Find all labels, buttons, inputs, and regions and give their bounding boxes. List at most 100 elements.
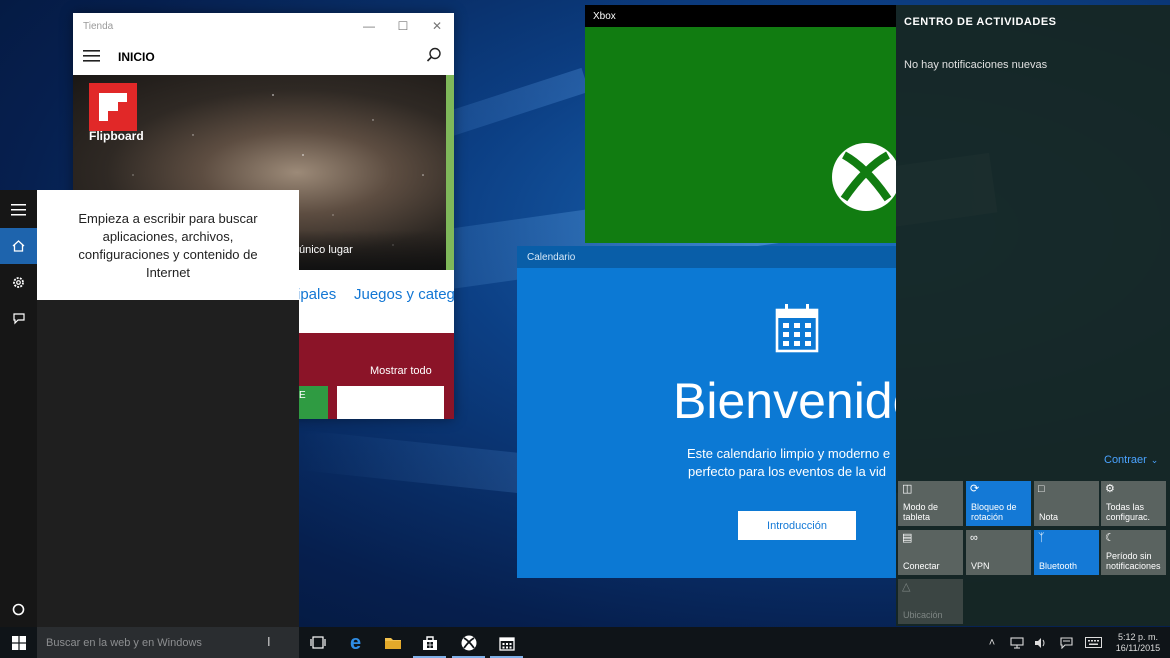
- hero-app-name: Flipboard: [89, 129, 144, 143]
- xbox-logo-icon: [832, 143, 896, 211]
- taskbar-file-explorer[interactable]: [374, 627, 411, 658]
- search-button[interactable]: [426, 47, 442, 63]
- clock-time: 5:12 p. m.: [1117, 631, 1159, 642]
- folder-icon: [384, 637, 401, 649]
- quick-action-quiet-hours[interactable]: ☾ Período sin notificaciones: [1101, 530, 1166, 575]
- xbox-window[interactable]: Xbox: [585, 5, 896, 243]
- calendar-small-icon: [498, 636, 515, 651]
- gear-icon: ⚙: [1105, 483, 1115, 495]
- minimize-button[interactable]: —: [352, 13, 386, 39]
- hamburger-icon: [11, 204, 26, 216]
- xbox-icon: [461, 635, 476, 650]
- search-icon: [426, 47, 441, 62]
- taskbar-search-box[interactable]: Buscar en la web y en Windows I: [37, 627, 299, 658]
- volume-icon: [1035, 637, 1045, 648]
- keyboard-button[interactable]: [1081, 627, 1105, 658]
- flipboard-icon: [99, 93, 127, 121]
- clock-date: 16/11/2015: [1115, 642, 1161, 653]
- collapse-button[interactable]: Contraer ⌄: [1104, 454, 1158, 466]
- tablet-mode-icon: ◫: [902, 483, 913, 495]
- network-icon: [1010, 636, 1024, 649]
- start-rail: [0, 190, 37, 627]
- taskbar: Buscar en la web y en Windows I e ˄ 5:12…: [0, 627, 1170, 658]
- clock[interactable]: 5:12 p. m. 16/11/2015: [1108, 627, 1168, 658]
- featured-tile-white[interactable]: [337, 386, 444, 419]
- bluetooth-icon: ᛉ: [1038, 532, 1045, 544]
- chevron-up-icon: ˄: [988, 636, 996, 649]
- quick-action-connect[interactable]: ▤ Conectar: [898, 530, 963, 575]
- get-started-label: Introducción: [767, 519, 827, 532]
- flipboard-logo: [89, 83, 137, 131]
- home-icon: [12, 240, 25, 252]
- chevron-down-icon: ⌄: [1150, 454, 1159, 465]
- action-center-button[interactable]: [1055, 627, 1077, 658]
- store-heading: INICIO: [118, 50, 155, 64]
- hero-caption: único lugar: [299, 244, 353, 256]
- home-button[interactable]: [0, 228, 37, 264]
- show-hidden-icons-button[interactable]: ˄: [982, 627, 1002, 658]
- taskbar-search-placeholder: Buscar en la web y en Windows: [46, 636, 202, 649]
- volume-button[interactable]: [1030, 627, 1052, 658]
- taskbar-edge[interactable]: e: [337, 627, 374, 658]
- network-button[interactable]: [1006, 627, 1028, 658]
- xbox-titlebar[interactable]: Xbox: [585, 5, 896, 27]
- hero-next-peek: [446, 75, 454, 270]
- quick-action-location[interactable]: △ Ubicación: [898, 579, 963, 624]
- cortana-button[interactable]: [0, 591, 37, 627]
- quick-action-note[interactable]: □ Nota: [1034, 481, 1099, 526]
- edge-icon: e: [349, 631, 362, 654]
- notification-icon: [1059, 636, 1073, 649]
- calendar-description-line1: Este calendario limpio y moderno e: [687, 446, 891, 461]
- show-all-link[interactable]: Mostrar todo: [370, 365, 432, 377]
- get-started-button[interactable]: Introducción: [738, 511, 856, 540]
- start-menu-button[interactable]: [0, 192, 37, 228]
- tab-principales[interactable]: ipales: [297, 286, 336, 303]
- quick-action-tablet-mode[interactable]: ◫ Modo de tableta: [898, 481, 963, 526]
- collapse-label: Contraer: [1104, 454, 1147, 466]
- vpn-icon: ∞: [970, 532, 978, 544]
- store-title: Tienda: [83, 20, 114, 32]
- cortana-icon: [12, 603, 25, 615]
- xbox-title: Xbox: [593, 10, 616, 22]
- quick-action-rotation-lock[interactable]: ⟳ Bloqueo de rotación: [966, 481, 1031, 526]
- maximize-button[interactable]: ☐: [386, 13, 420, 39]
- window-controls: — ☐ ✕: [352, 13, 454, 39]
- settings-button[interactable]: [0, 264, 37, 300]
- taskbar-xbox[interactable]: [450, 627, 487, 658]
- taskbar-calendar[interactable]: [488, 627, 525, 658]
- connect-icon: ▤: [902, 532, 913, 544]
- quick-action-vpn[interactable]: ∞ VPN: [966, 530, 1031, 575]
- calendar-description-line2: perfecto para los eventos de la vid: [688, 464, 887, 479]
- start-button[interactable]: [0, 627, 37, 658]
- calendar-icon: [775, 304, 819, 353]
- quick-action-bluetooth[interactable]: ᛉ Bluetooth: [1034, 530, 1099, 575]
- welcome-heading: Bienvenido: [673, 373, 896, 429]
- no-notifications-text: No hay notificaciones nuevas: [904, 59, 1048, 71]
- close-button[interactable]: ✕: [420, 13, 454, 39]
- quick-action-all-settings[interactable]: ⚙ Todas las configurac.: [1101, 481, 1166, 526]
- note-icon: □: [1038, 483, 1045, 495]
- windows-logo-icon: [11, 635, 26, 650]
- feedback-icon: [12, 312, 25, 324]
- tab-juegos[interactable]: Juegos y categ: [354, 286, 454, 303]
- taskbar-store[interactable]: [411, 627, 448, 658]
- task-view-button[interactable]: [299, 627, 336, 658]
- store-bag-icon: [422, 635, 437, 650]
- task-view-icon: [309, 636, 326, 649]
- text-cursor-icon: I: [267, 634, 271, 649]
- tile-letter: E: [299, 390, 306, 401]
- rotation-lock-icon: ⟳: [970, 483, 980, 495]
- search-hint-text: Empieza a escribir para buscar aplicacio…: [78, 211, 258, 280]
- calendar-titlebar[interactable]: Calendario: [517, 246, 896, 268]
- hamburger-menu-button[interactable]: [83, 49, 100, 63]
- keyboard-icon: [1084, 637, 1102, 648]
- search-hint-panel: Empieza a escribir para buscar aplicacio…: [37, 190, 299, 300]
- action-center-title: CENTRO DE ACTIVIDADES: [904, 16, 1057, 28]
- hamburger-icon: [83, 50, 100, 62]
- gear-icon: [13, 276, 24, 288]
- feedback-button[interactable]: [0, 300, 37, 336]
- featured-tile-green[interactable]: E: [299, 386, 328, 419]
- calendar-window[interactable]: Calendario Bienvenido Este calendario li…: [517, 246, 896, 578]
- store-appbar: INICIO: [73, 39, 454, 75]
- action-center: CENTRO DE ACTIVIDADES No hay notificacio…: [896, 5, 1170, 626]
